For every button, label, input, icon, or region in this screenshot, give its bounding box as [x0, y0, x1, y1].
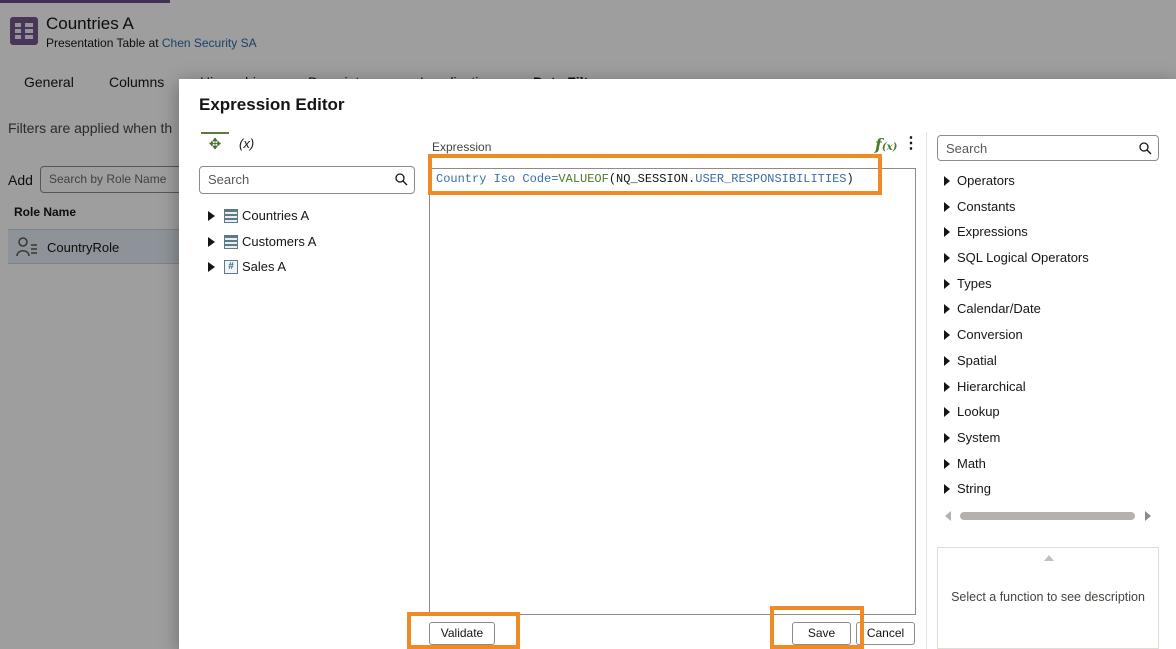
more-options-icon[interactable]: ⋮ [903, 136, 919, 152]
expand-caret-icon[interactable] [944, 253, 950, 264]
tree-item[interactable]: # Sales A [205, 258, 405, 284]
function-category-item[interactable]: String [942, 480, 1142, 506]
function-category-item[interactable]: Operators [942, 172, 1142, 198]
function-category-label: Lookup [957, 404, 1000, 420]
function-category-label: Calendar/Date [957, 301, 1041, 317]
expression-label: Expression [432, 140, 492, 154]
expand-caret-icon[interactable] [944, 381, 950, 392]
expression-editor-dialog: Expression Editor ✥ (x) Search Countries… [179, 79, 1176, 649]
function-category-item[interactable]: Spatial [942, 352, 1142, 378]
expand-caret-icon[interactable] [944, 330, 950, 341]
search-icon [395, 173, 408, 186]
function-category-label: Math [957, 455, 986, 471]
table-icon [224, 209, 238, 223]
function-category-label: Expressions [957, 224, 1028, 240]
expand-caret-icon[interactable] [944, 355, 950, 366]
expand-caret-icon[interactable] [944, 278, 950, 289]
function-category-item[interactable]: Types [942, 275, 1142, 301]
expand-caret-icon[interactable] [944, 201, 950, 212]
function-category-label: SQL Logical Operators [957, 250, 1089, 266]
function-category-label: Operators [957, 173, 1015, 188]
expand-caret-icon[interactable] [944, 407, 950, 418]
expand-caret-icon[interactable] [944, 484, 950, 495]
function-category-label: Conversion [957, 327, 1023, 343]
horizontal-scrollbar[interactable] [943, 509, 1151, 523]
function-category-label: Hierarchical [957, 378, 1026, 394]
variables-button[interactable]: (x) [239, 136, 254, 151]
function-category-item[interactable]: Math [942, 455, 1142, 481]
left-toolbar: ✥ (x) [201, 132, 281, 156]
function-category-label: Spatial [957, 352, 997, 368]
validate-highlight [407, 612, 520, 649]
function-category-list: Operators Constants Expressions SQL Logi… [942, 172, 1142, 506]
scroll-right-icon[interactable] [1145, 511, 1151, 521]
expand-caret-icon[interactable] [944, 227, 950, 238]
function-category-item[interactable]: Constants [942, 198, 1142, 224]
function-description-placeholder: Select a function to see description [951, 590, 1145, 604]
function-icon[interactable]: f(x) [875, 135, 897, 154]
expand-caret-icon[interactable] [944, 304, 950, 315]
function-category-label: Constants [957, 198, 1016, 214]
function-search-placeholder: Search [946, 141, 988, 156]
search-icon [1139, 142, 1152, 155]
move-icon[interactable]: ✥ [201, 132, 229, 156]
tree-item[interactable]: Customers A [205, 233, 405, 259]
function-category-item[interactable]: Lookup [942, 403, 1142, 429]
function-search-input[interactable]: Search [937, 135, 1159, 161]
function-category-item[interactable]: System [942, 429, 1142, 455]
left-search-placeholder: Search [208, 172, 250, 187]
tree-item[interactable]: Countries A [205, 207, 405, 233]
function-category-item[interactable]: Conversion [942, 326, 1142, 352]
tree-item-label: Sales A [242, 259, 287, 274]
function-category-item[interactable]: SQL Logical Operators [942, 249, 1142, 275]
function-category-label: String [957, 481, 991, 497]
expand-caret-icon[interactable] [208, 262, 215, 272]
tree-item-label: Countries A [242, 208, 310, 223]
scroll-left-icon[interactable] [945, 511, 951, 521]
function-category-label: Types [957, 275, 992, 291]
subject-area-tree: Countries A Customers A # Sales A [205, 207, 405, 284]
expand-caret-icon[interactable] [208, 236, 215, 247]
expand-caret-icon[interactable] [944, 176, 950, 186]
cancel-button[interactable]: Cancel [856, 622, 915, 645]
expand-caret-icon[interactable] [208, 211, 215, 221]
function-category-label: System [957, 429, 1001, 445]
expression-highlight [428, 154, 882, 195]
panel-divider [926, 132, 927, 649]
scrollbar-thumb[interactable] [960, 512, 1135, 520]
table-icon [224, 234, 238, 249]
function-category-item[interactable]: Expressions [942, 223, 1142, 249]
left-search-input[interactable]: Search [199, 166, 415, 194]
tree-item-label: Customers A [242, 233, 317, 249]
collapse-up-icon[interactable] [1044, 555, 1054, 561]
fact-table-icon: # [224, 260, 238, 274]
function-category-item[interactable]: Calendar/Date [942, 300, 1142, 326]
save-highlight [770, 606, 864, 649]
dialog-title: Expression Editor [199, 95, 345, 114]
function-description-panel: Select a function to see description [937, 547, 1159, 649]
function-category-item[interactable]: Hierarchical [942, 378, 1142, 404]
expression-textarea[interactable]: Country Iso Code=VALUEOF(NQ_SESSION.USER… [429, 168, 916, 615]
expand-caret-icon[interactable] [944, 458, 950, 469]
expand-caret-icon[interactable] [944, 432, 950, 443]
